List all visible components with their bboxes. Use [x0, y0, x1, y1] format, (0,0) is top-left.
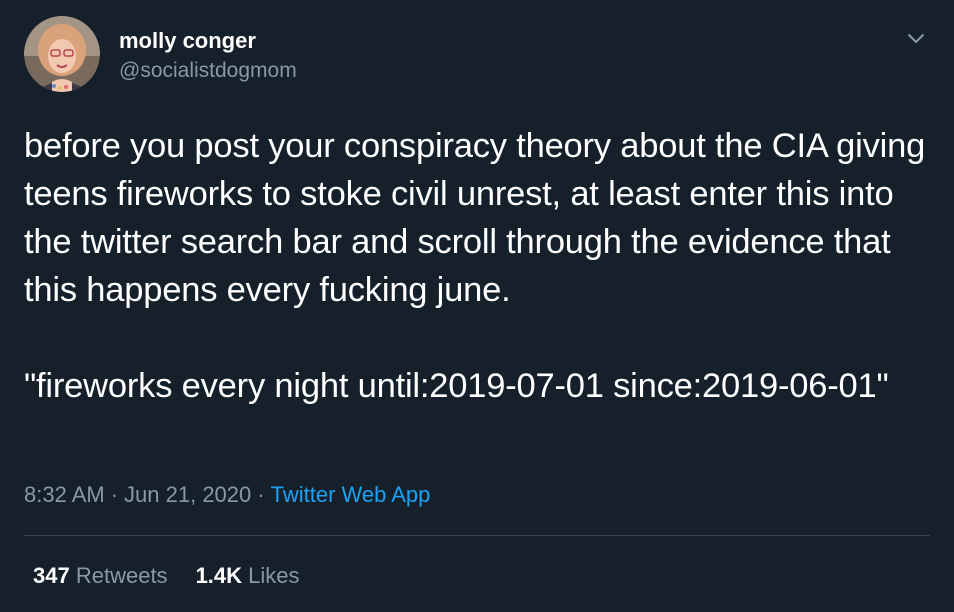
- tweet-metadata: 8:32 AM · Jun 21, 2020 · Twitter Web App: [24, 479, 430, 511]
- likes-label: Likes: [248, 563, 300, 588]
- separator: ·: [257, 482, 265, 507]
- display-name[interactable]: molly conger: [119, 28, 256, 54]
- retweets-stat[interactable]: 347 Retweets: [33, 560, 168, 592]
- divider: [24, 535, 930, 536]
- tweet-search-query: "fireworks every night until:2019-07-01 …: [24, 367, 889, 405]
- user-handle[interactable]: @socialistdogmom: [119, 58, 297, 84]
- likes-stat[interactable]: 1.4K Likes: [196, 560, 300, 592]
- chevron-down-icon[interactable]: [902, 24, 930, 52]
- retweets-label: Retweets: [75, 563, 168, 588]
- avatar-image: [24, 16, 100, 92]
- tweet-header: molly conger @socialistdogmom: [24, 16, 930, 92]
- tweet-time[interactable]: 8:32 AM: [24, 482, 105, 507]
- tweet-source-link[interactable]: Twitter Web App: [271, 482, 431, 507]
- tweet-text: before you post your conspiracy theory a…: [24, 122, 934, 410]
- avatar[interactable]: [24, 16, 100, 92]
- tweet-date[interactable]: Jun 21, 2020: [124, 482, 251, 507]
- likes-count: 1.4K: [195, 563, 243, 588]
- tweet-stats: 347 Retweets 1.4K Likes: [33, 560, 328, 592]
- retweets-count: 347: [33, 563, 70, 588]
- tweet-paragraph: before you post your conspiracy theory a…: [24, 127, 926, 309]
- tweet: molly conger @socialistdogmom before you…: [0, 0, 954, 612]
- separator: ·: [110, 482, 119, 507]
